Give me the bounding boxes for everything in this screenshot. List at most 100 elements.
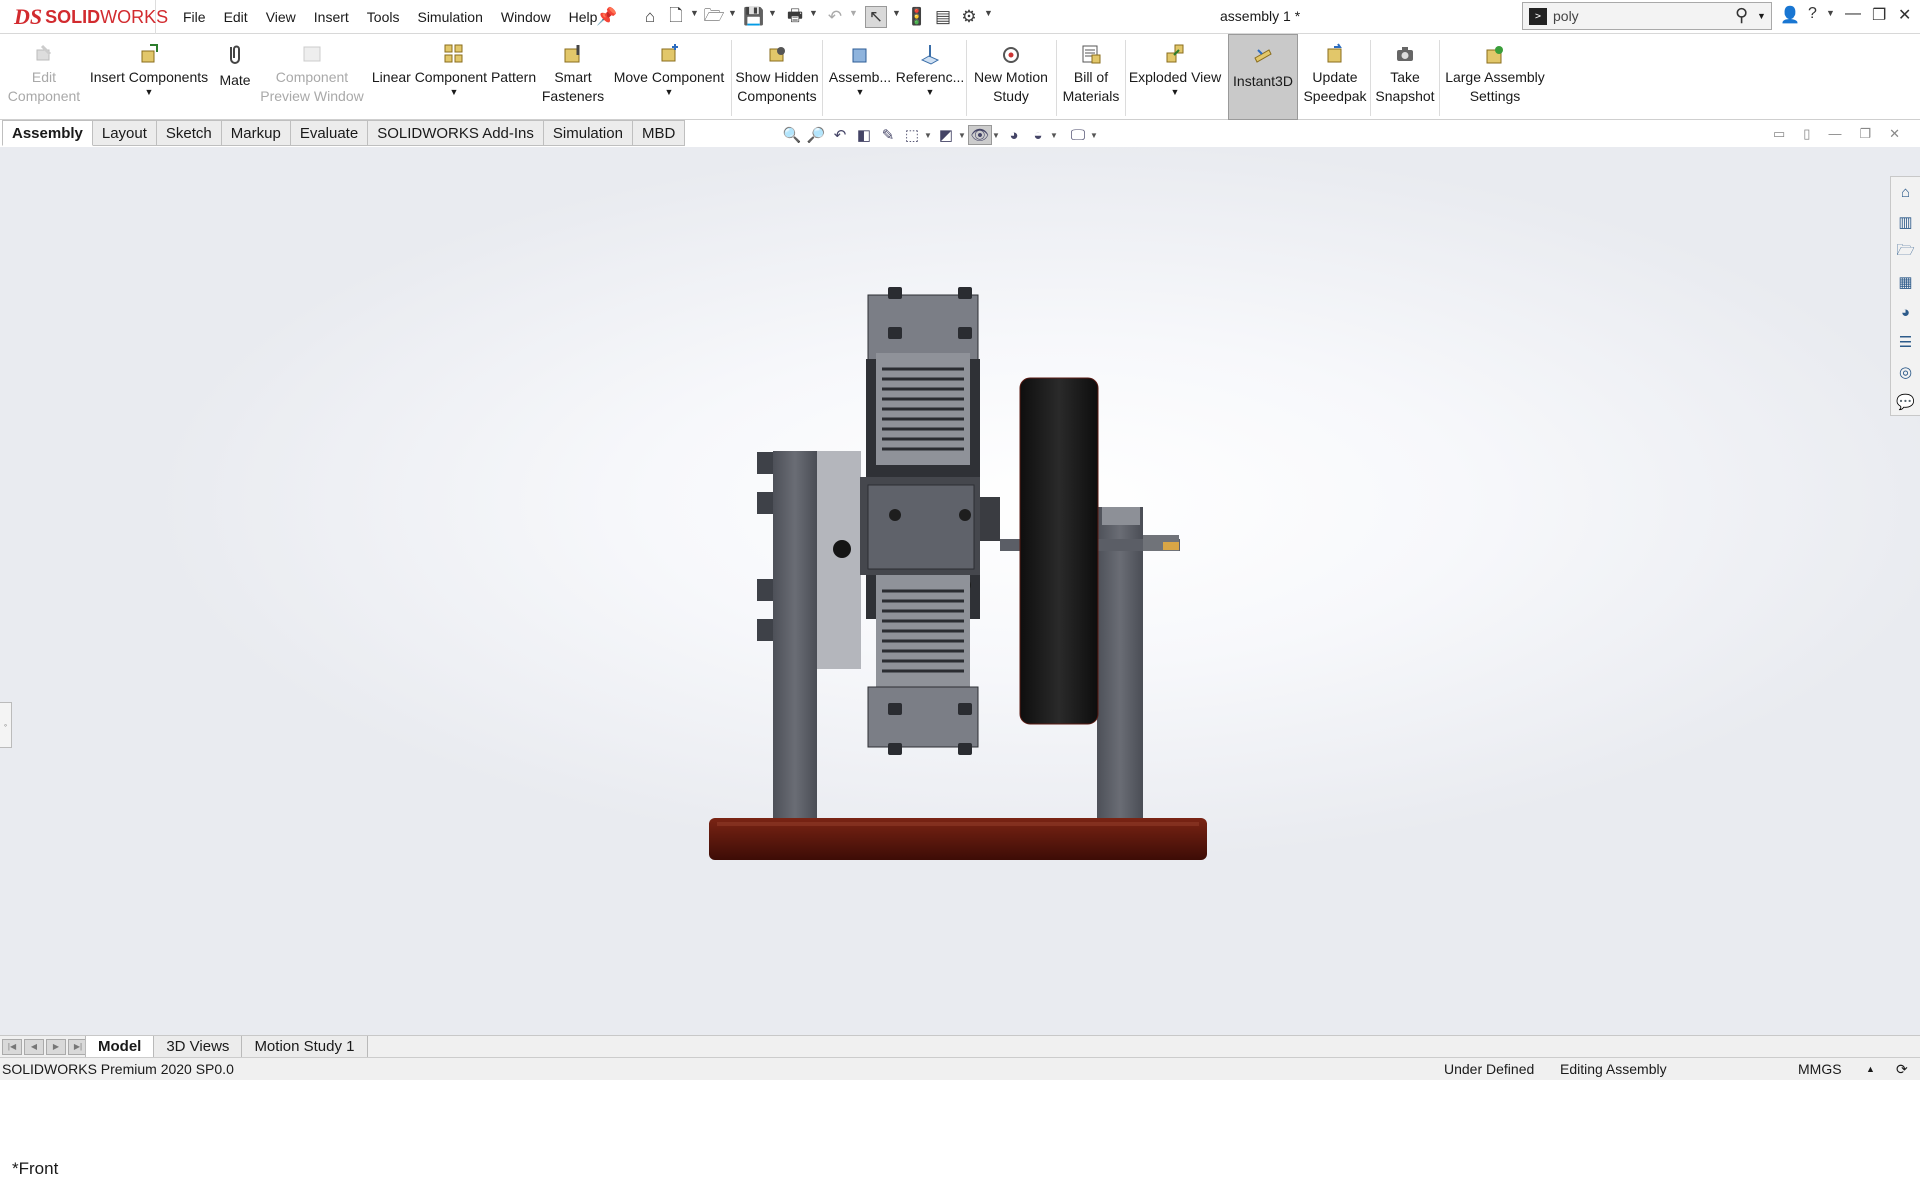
hide-show-items-icon[interactable]: 👁 (968, 125, 992, 145)
menu-window[interactable]: Window (492, 9, 560, 25)
view-palette-icon[interactable]: ▦ (1891, 267, 1920, 297)
smart-fasteners-button[interactable]: Smart Fasteners (540, 34, 606, 120)
community-chat-icon[interactable]: 💬 (1891, 387, 1920, 417)
previous-tab-icon[interactable]: ◀ (24, 1039, 44, 1055)
chevron-down-icon[interactable]: ▼ (145, 87, 154, 97)
help-icon[interactable]: ? (1808, 5, 1817, 23)
tab-model[interactable]: Model (85, 1036, 155, 1058)
bill-of-materials-button[interactable]: Bill of Materials (1058, 34, 1124, 120)
close-icon[interactable]: ✕ (1889, 126, 1900, 142)
chevron-down-icon[interactable]: ▼ (1050, 131, 1060, 140)
solidworks-logo[interactable]: DS SOLID WORKS (0, 0, 168, 34)
tab-sketch[interactable]: Sketch (156, 120, 222, 146)
chevron-down-icon[interactable]: ▼ (992, 131, 1002, 140)
undo-icon[interactable]: ↶ (824, 6, 846, 28)
save-icon[interactable]: 💾 (743, 6, 765, 28)
minimize-icon[interactable]: — (1845, 5, 1861, 23)
tab-3d-views[interactable]: 3D Views (153, 1036, 243, 1058)
exploded-view-button[interactable]: Exploded View ▼ (1128, 34, 1222, 120)
view-settings-icon[interactable]: 🖵 (1066, 125, 1090, 145)
move-component-button[interactable]: Move Component ▼ (606, 34, 732, 120)
chevron-down-icon[interactable]: ▼ (892, 8, 901, 18)
graphics-area[interactable]: ◦ *Front (0, 147, 1920, 1178)
menu-tools[interactable]: Tools (358, 9, 409, 25)
select-pointer-icon[interactable]: ↖ (865, 6, 887, 28)
feature-manager-toggle[interactable]: ◦ (0, 702, 12, 748)
tab-assembly[interactable]: Assembly (2, 120, 93, 146)
linear-component-pattern-button[interactable]: Linear Component Pattern ▼ (368, 34, 540, 120)
new-motion-study-button[interactable]: New Motion Study (968, 34, 1054, 120)
show-hidden-components-button[interactable]: Show Hidden Components (734, 34, 820, 120)
zoom-to-area-icon[interactable]: 🔎 (804, 125, 828, 145)
display-style-icon[interactable]: ◩ (934, 125, 958, 145)
menu-edit[interactable]: Edit (215, 9, 257, 25)
traffic-light-icon[interactable]: 🚦 (906, 6, 928, 28)
design-library-icon[interactable]: ▥ (1891, 207, 1920, 237)
solidworks-forum-icon[interactable]: ◎ (1891, 357, 1920, 387)
minimize-icon[interactable]: — (1828, 126, 1841, 142)
section-view-icon[interactable]: ◧ (852, 125, 876, 145)
menu-simulation[interactable]: Simulation (408, 9, 491, 25)
file-explorer-icon[interactable]: 🗁 (1891, 237, 1920, 267)
update-speedpak-button[interactable]: Update Speedpak (1302, 34, 1368, 120)
tab-evaluate[interactable]: Evaluate (290, 120, 369, 146)
edit-component-button[interactable]: Edit Component (4, 34, 84, 120)
search-commands-box[interactable]: > ⚲ ▼ (1522, 2, 1772, 30)
search-input[interactable] (1553, 6, 1723, 26)
chevron-down-icon[interactable]: ▼ (809, 8, 818, 18)
appearances-scenes-icon[interactable]: ◕ (1891, 297, 1920, 327)
chevron-down-icon[interactable]: ▼ (768, 8, 777, 18)
pin-icon[interactable]: 📌 (596, 6, 618, 28)
chevron-down-icon[interactable]: ▼ (665, 87, 674, 97)
tab-layout[interactable]: Layout (92, 120, 157, 146)
chevron-down-icon[interactable]: ▼ (1171, 87, 1180, 97)
gear-icon[interactable]: ⚙ (958, 6, 980, 28)
instant3d-button[interactable]: Instant3D (1228, 34, 1298, 120)
tile-view-icon[interactable]: ▯ (1803, 126, 1810, 142)
rebuild-status-icon[interactable]: ⟳ (1896, 1058, 1908, 1080)
open-folder-icon[interactable]: 🗁 (703, 6, 725, 28)
search-icon[interactable]: ⚲ (1735, 5, 1748, 26)
tab-simulation[interactable]: Simulation (543, 120, 633, 146)
chevron-down-icon[interactable]: ▼ (1757, 11, 1766, 21)
insert-components-button[interactable]: Insert Components ▼ (88, 34, 210, 120)
chevron-down-icon[interactable]: ▼ (926, 87, 935, 97)
chevron-down-icon[interactable]: ▼ (958, 131, 968, 140)
chevron-down-icon[interactable]: ▼ (856, 87, 865, 97)
edit-appearance-icon[interactable]: ◕ (1002, 125, 1026, 145)
restore-icon[interactable]: ❐ (1872, 5, 1886, 25)
home-icon[interactable]: ⌂ (639, 6, 661, 28)
units-selector[interactable]: MMGS (1798, 1058, 1842, 1080)
close-icon[interactable]: ✕ (1898, 5, 1911, 25)
menu-view[interactable]: View (257, 9, 305, 25)
new-document-icon[interactable]: 🗋 (665, 6, 687, 28)
tab-motion-study-1[interactable]: Motion Study 1 (241, 1036, 368, 1058)
restore-icon[interactable]: ❐ (1859, 126, 1871, 142)
previous-view-icon[interactable]: ↶ (828, 125, 852, 145)
view-orientation-icon[interactable]: ⬚ (900, 125, 924, 145)
assembly-features-button[interactable]: Assemb... ▼ (826, 34, 894, 120)
next-tab-icon[interactable]: ▶ (46, 1039, 66, 1055)
chevron-down-icon[interactable]: ▼ (1090, 131, 1100, 140)
menu-insert[interactable]: Insert (305, 9, 358, 25)
mate-button[interactable]: Mate (212, 34, 258, 120)
chevron-down-icon[interactable]: ▼ (1826, 8, 1835, 18)
solidworks-resources-icon[interactable]: ⌂ (1891, 177, 1920, 207)
chevron-down-icon[interactable]: ▼ (450, 87, 459, 97)
chevron-down-icon[interactable]: ▼ (728, 8, 737, 18)
chevron-down-icon[interactable]: ▼ (984, 8, 993, 18)
tab-markup[interactable]: Markup (221, 120, 291, 146)
tab-mbd[interactable]: MBD (632, 120, 686, 146)
user-account-icon[interactable]: 👤 (1780, 5, 1800, 25)
chevron-down-icon[interactable]: ▼ (924, 131, 934, 140)
zoom-to-fit-icon[interactable]: 🔍 (780, 125, 804, 145)
chevron-down-icon[interactable]: ▼ (849, 8, 858, 18)
chevron-up-icon[interactable]: ▲ (1866, 1058, 1875, 1080)
chevron-down-icon[interactable]: ▼ (690, 8, 699, 18)
custom-properties-icon[interactable]: ☰ (1891, 327, 1920, 357)
first-tab-icon[interactable]: |◀ (2, 1039, 22, 1055)
reference-geometry-button[interactable]: Referenc... ▼ (896, 34, 964, 120)
large-assembly-settings-button[interactable]: Large Assembly Settings (1442, 34, 1548, 120)
component-preview-window-button[interactable]: Component Preview Window (258, 34, 366, 120)
print-icon[interactable]: 🖶 (784, 6, 806, 28)
